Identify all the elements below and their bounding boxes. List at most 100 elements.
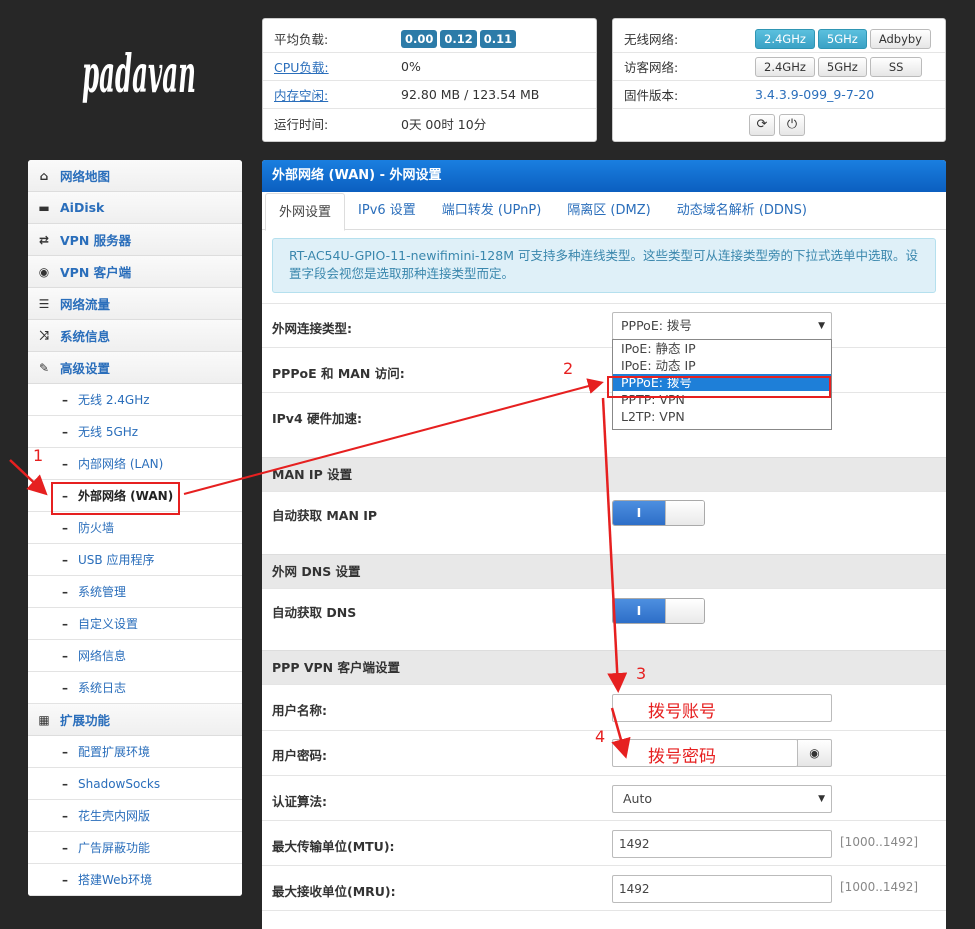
annotation-number-3: 3 [636,664,647,683]
mem-row: 内存空闲: 92.80 MB / 123.54 MB [263,81,596,109]
toggle-on: I [613,501,665,525]
wan-type-value: PPPoE: 拨号 [621,318,692,333]
refresh-icon[interactable]: ⟳ [749,114,775,136]
pppoe-man-label: PPPoE 和 MAN 访问: [272,366,405,381]
sidebar-item-label: VPN 服务器 [60,233,132,248]
uptime-value: 0天 00时 10分 [401,116,487,132]
sidebar-item-label: 高级设置 [60,361,111,376]
sidebar-sub-shadowsocks[interactable]: – ShadowSocks [28,768,242,800]
username-input[interactable] [612,694,832,722]
sidebar-sub-admin[interactable]: – 系统管理 [28,576,242,608]
sidebar-item-vpn-client[interactable]: ◉ VPN 客户端 [28,256,242,288]
wan-option-static[interactable]: IPoE: 静态 IP [613,340,831,357]
next-row [262,910,946,929]
sidebar-sub-ext-env[interactable]: – 配置扩展环境 [28,736,242,768]
eye-icon[interactable]: ◉ [797,739,832,767]
wan-type-row: 外网连接类型: PPPoE: 拨号 ▼ [262,303,946,347]
adbyby-button[interactable]: Adbyby [869,28,931,49]
load-badge-3: 0.11 [479,29,517,48]
tab-ddns[interactable]: 动态域名解析 (DDNS) [664,192,820,229]
sidebar-item-aidisk[interactable]: ▬ AiDisk [28,192,242,224]
load-row: 平均负载: 0.00 0.12 0.11 [263,25,596,53]
retweet-icon: ⇄ [38,232,50,247]
password-label: 用户密码: [272,748,327,763]
wan-type-label: 外网连接类型: [272,321,352,336]
sidebar-item-label: 网络地图 [60,169,111,184]
sidebar-item-extensions[interactable]: ▦ 扩展功能 [28,704,242,736]
toggle-off [665,501,704,525]
auto-man-ip-toggle[interactable]: I [612,500,705,526]
auth-value: Auto [623,791,653,806]
auth-select[interactable]: Auto ▼ [612,785,832,813]
guest-label: 访客网络: [624,60,679,75]
dash-icon: – [62,584,68,599]
sidebar-item-sysinfo[interactable]: ⤨ 系统信息 [28,320,242,352]
sidebar-sub-wireless-24[interactable]: – 无线 2.4GHz [28,384,242,416]
sidebar-item-traffic[interactable]: ☰ 网络流量 [28,288,242,320]
random-icon: ⤨ [39,328,49,342]
cpu-value: 0% [401,59,421,74]
sub-label: 网络信息 [78,649,127,663]
auto-dns-toggle[interactable]: I [612,598,705,624]
auto-man-ip-row: 自动获取 MAN IP I [262,491,946,554]
auto-man-ip-label: 自动获取 MAN IP [272,508,378,523]
dash-icon: – [62,840,68,855]
sub-label: 系统日志 [78,681,127,695]
tab-wan-settings[interactable]: 外网设置 [265,193,346,231]
wan-option-l2tp[interactable]: L2TP: VPN [613,408,831,425]
power-icon[interactable]: ⏻ [779,114,805,136]
dash-icon: – [62,520,68,535]
mtu-range: [1000..1492] [840,835,919,849]
dns-section: 外网 DNS 设置 [262,554,946,588]
uptime-label: 运行时间: [274,116,329,132]
ss-button[interactable]: SS [869,56,923,77]
mem-link[interactable]: 内存空闲: [263,85,401,104]
sidebar-sub-usb[interactable]: – USB 应用程序 [28,544,242,576]
mtu-input[interactable]: 1492 [612,830,832,858]
sub-label: USB 应用程序 [78,553,155,567]
sidebar-item-network-map[interactable]: ⌂ 网络地图 [28,160,242,192]
wireless-24-button[interactable]: 2.4GHz [755,28,815,49]
guest-5-button[interactable]: 5GHz [817,56,867,77]
dash-icon: – [62,808,68,823]
annotation-number-1: 1 [33,446,44,465]
sidebar-sub-wireless-5[interactable]: – 无线 5GHz [28,416,242,448]
mru-input[interactable]: 1492 [612,875,832,903]
dash-icon: – [62,616,68,631]
mtu-row: 最大传输单位(MTU): 1492 [1000..1492] [262,820,946,865]
sidebar-sub-firewall[interactable]: – 防火墙 [28,512,242,544]
sidebar-sub-oray[interactable]: – 花生壳内网版 [28,800,242,832]
mru-range: [1000..1492] [840,880,919,894]
tab-dmz[interactable]: 隔离区 (DMZ) [554,192,663,229]
sidebar-sub-syslog[interactable]: – 系统日志 [28,672,242,704]
man-ip-section: MAN IP 设置 [262,457,946,491]
sub-label: 系统管理 [78,585,127,599]
sidebar-item-label: AiDisk [60,200,105,215]
sidebar-item-label: 扩展功能 [60,713,111,728]
sidebar-sub-adblock[interactable]: – 广告屏蔽功能 [28,832,242,864]
sidebar-item-advanced[interactable]: ✎ 高级设置 [28,352,242,384]
info-box: RT-AC54U-GPIO-11-newifimini-128M 可支持多种连线… [272,238,936,293]
sub-label: 无线 2.4GHz [78,393,150,407]
wan-type-select[interactable]: PPPoE: 拨号 ▼ [612,312,832,340]
wan-option-dhcp[interactable]: IPoE: 动态 IP [613,357,831,374]
sidebar-sub-web[interactable]: – 搭建Web环境 [28,864,242,896]
guest-24-button[interactable]: 2.4GHz [755,56,815,77]
sidebar-sub-lan[interactable]: – 内部网络 (LAN) [28,448,242,480]
load-badge-2: 0.12 [440,29,477,48]
sub-label: 自定义设置 [78,617,139,631]
tab-upnp[interactable]: 端口转发 (UPnP) [429,192,554,229]
firmware-label: 固件版本: [624,88,679,103]
cpu-link[interactable]: CPU负载: [263,57,401,76]
sub-label: 防火墙 [78,521,115,535]
sub-label: 花生壳内网版 [78,809,151,823]
logo-text: padavan [82,44,196,105]
sidebar-sub-custom[interactable]: – 自定义设置 [28,608,242,640]
sidebar-sub-netinfo[interactable]: – 网络信息 [28,640,242,672]
sidebar-item-vpn-server[interactable]: ⇄ VPN 服务器 [28,224,242,256]
mru-label: 最大接收单位(MRU): [272,884,396,899]
firmware-link[interactable]: 3.4.3.9-099_9-7-20 [755,87,874,102]
tab-ipv6[interactable]: IPv6 设置 [345,192,429,229]
wireless-5-button[interactable]: 5GHz [817,28,867,49]
firmware-row: 固件版本: 3.4.3.9-099_9-7-20 [613,81,945,109]
